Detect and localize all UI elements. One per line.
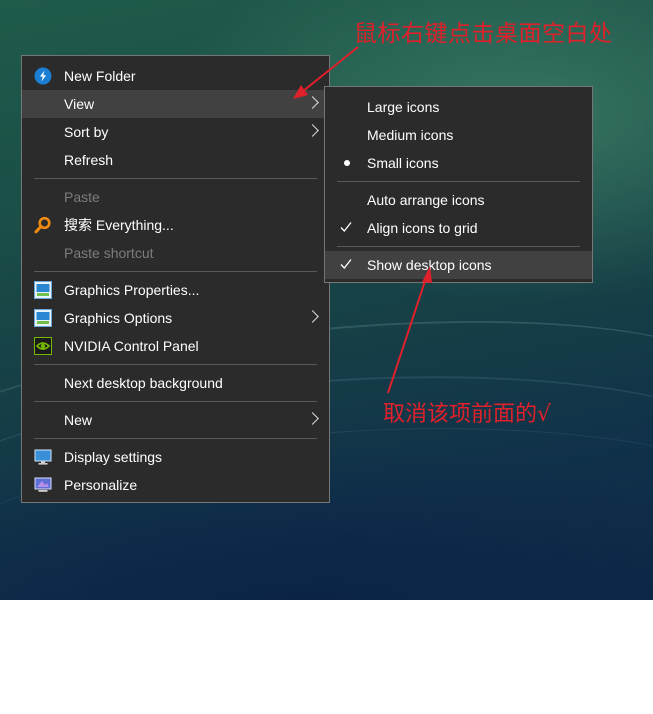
menu-item-label: Sort by bbox=[64, 124, 109, 140]
radio-bullet-icon bbox=[344, 160, 350, 166]
submenu-item-label: Medium icons bbox=[367, 127, 454, 143]
menu-item-view[interactable]: View bbox=[22, 90, 329, 118]
personalize-icon bbox=[34, 477, 52, 492]
submenu-item-label: Show desktop icons bbox=[367, 257, 492, 273]
submenu-item-label: Small icons bbox=[367, 155, 439, 171]
chevron-right-icon bbox=[306, 412, 319, 425]
menu-separator bbox=[34, 271, 317, 272]
nvidia-icon bbox=[34, 337, 52, 355]
menu-item-label: New bbox=[64, 412, 93, 428]
menu-item-label: Paste bbox=[64, 189, 100, 205]
menu-item-label: New Folder bbox=[64, 68, 136, 84]
menu-item-label: Next desktop background bbox=[64, 375, 223, 391]
submenu-item-small-icons[interactable]: Small icons bbox=[325, 149, 592, 177]
submenu-item-auto-arrange-icons[interactable]: Auto arrange icons bbox=[325, 186, 592, 214]
view-submenu: Large icons Medium icons Small icons Aut… bbox=[324, 86, 593, 283]
menu-item-label: Graphics Properties... bbox=[64, 282, 200, 298]
menu-item-label: Personalize bbox=[64, 477, 138, 493]
menu-item-graphics-options[interactable]: Graphics Options bbox=[22, 304, 329, 332]
submenu-item-align-icons-to-grid[interactable]: Align icons to grid bbox=[325, 214, 592, 242]
menu-item-new-folder[interactable]: New Folder bbox=[22, 62, 329, 90]
menu-separator bbox=[34, 401, 317, 402]
menu-item-graphics-properties[interactable]: Graphics Properties... bbox=[22, 276, 329, 304]
submenu-item-medium-icons[interactable]: Medium icons bbox=[325, 121, 592, 149]
menu-item-label: Graphics Options bbox=[64, 310, 173, 326]
menu-item-new[interactable]: New bbox=[22, 406, 329, 434]
menu-separator bbox=[337, 181, 580, 182]
submenu-item-large-icons[interactable]: Large icons bbox=[325, 93, 592, 121]
menu-item-refresh[interactable]: Refresh bbox=[22, 146, 329, 174]
intel-graphics-icon bbox=[34, 309, 52, 327]
menu-item-personalize[interactable]: Personalize bbox=[22, 471, 329, 499]
menu-item-display-settings[interactable]: Display settings bbox=[22, 443, 329, 471]
menu-item-label: View bbox=[64, 96, 95, 112]
menu-separator bbox=[337, 246, 580, 247]
annotation-text-bottom: 取消该项前面的√ bbox=[383, 402, 552, 427]
checkmark-icon bbox=[340, 259, 352, 269]
search-icon bbox=[34, 216, 51, 234]
menu-separator bbox=[34, 178, 317, 179]
menu-item-search-everything[interactable]: 搜索 Everything... bbox=[22, 211, 329, 239]
desktop-context-menu: New Folder View Sort by Refresh Paste 搜索… bbox=[21, 55, 330, 503]
menu-item-label: Refresh bbox=[64, 152, 114, 168]
menu-item-paste: Paste bbox=[22, 183, 329, 211]
submenu-item-label: Align icons to grid bbox=[367, 220, 478, 236]
menu-item-label: Paste shortcut bbox=[64, 245, 154, 261]
menu-separator bbox=[34, 364, 317, 365]
menu-item-label: 搜索 Everything... bbox=[64, 217, 174, 233]
display-icon bbox=[34, 449, 52, 465]
pin-icon bbox=[34, 67, 52, 85]
menu-item-next-desktop-background[interactable]: Next desktop background bbox=[22, 369, 329, 397]
annotation-text-top: 鼠标右键点击桌面空白处 bbox=[354, 21, 613, 47]
menu-separator bbox=[34, 438, 317, 439]
chevron-right-icon bbox=[306, 96, 319, 109]
chevron-right-icon bbox=[306, 310, 319, 323]
chevron-right-icon bbox=[306, 124, 319, 137]
menu-item-label: NVIDIA Control Panel bbox=[64, 338, 199, 354]
checkmark-icon bbox=[340, 222, 352, 232]
submenu-item-show-desktop-icons[interactable]: Show desktop icons bbox=[325, 251, 592, 279]
menu-item-nvidia-control-panel[interactable]: NVIDIA Control Panel bbox=[22, 332, 329, 360]
submenu-item-label: Large icons bbox=[367, 99, 440, 115]
menu-item-label: Display settings bbox=[64, 449, 163, 465]
submenu-item-label: Auto arrange icons bbox=[367, 192, 485, 208]
menu-item-paste-shortcut: Paste shortcut bbox=[22, 239, 329, 267]
menu-item-sort-by[interactable]: Sort by bbox=[22, 118, 329, 146]
intel-graphics-icon bbox=[34, 281, 52, 299]
